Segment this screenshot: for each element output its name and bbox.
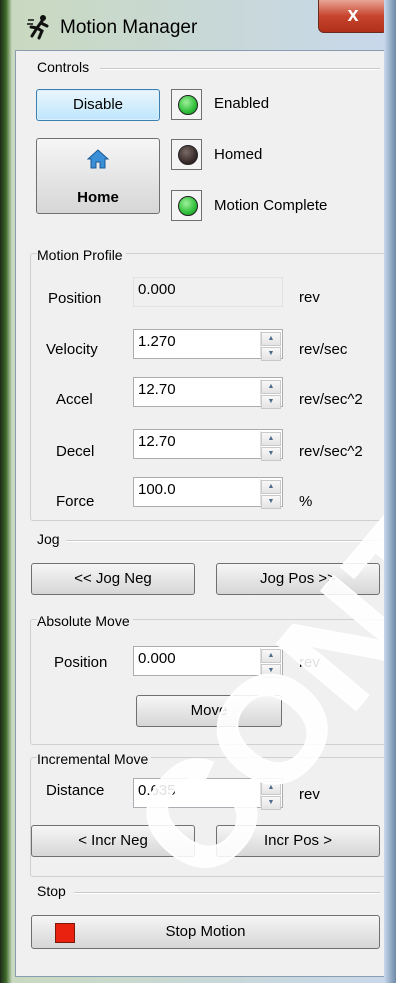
accel-input[interactable]: 12.70 ▲ ▼ [133, 377, 283, 409]
spin-up-icon[interactable]: ▲ [261, 781, 281, 795]
position-value: 0.000 [138, 281, 176, 298]
decel-input[interactable]: 12.70 ▲ ▼ [133, 429, 283, 461]
house-icon [87, 149, 109, 169]
stop-group-title: Stop [37, 883, 66, 899]
home-button[interactable]: Home [36, 138, 160, 214]
absolute-move-group-title: Absolute Move [37, 613, 133, 629]
force-input[interactable]: 100.0 ▲ ▼ [133, 477, 283, 509]
position-readout: 0.000 [133, 277, 283, 307]
accel-unit: rev/sec^2 [299, 391, 363, 408]
homed-led [178, 145, 198, 165]
velocity-label: Velocity [46, 341, 98, 358]
move-button[interactable]: Move [136, 695, 282, 727]
incr-neg-button[interactable]: < Incr Neg [31, 825, 195, 857]
incremental-move-box [30, 757, 388, 877]
velocity-input[interactable]: 1.270 ▲ ▼ [133, 329, 283, 361]
controls-group-title: Controls [37, 59, 90, 75]
enabled-led [178, 95, 198, 115]
stop-motion-button[interactable]: Stop Motion [31, 915, 380, 949]
spin-down-icon[interactable]: ▼ [261, 347, 281, 361]
jog-neg-label: << Jog Neg [74, 570, 152, 587]
absolute-position-label: Position [54, 654, 108, 671]
force-unit: % [299, 493, 313, 510]
velocity-unit: rev/sec [299, 341, 348, 358]
stop-divider [74, 892, 380, 894]
spin-up-icon[interactable]: ▲ [261, 432, 281, 446]
spin-down-icon[interactable]: ▼ [261, 796, 281, 810]
accel-label: Accel [56, 391, 93, 408]
velocity-spinner[interactable]: ▲ ▼ [260, 331, 281, 361]
close-button[interactable]: x [318, 0, 388, 33]
spin-down-icon[interactable]: ▼ [261, 395, 281, 409]
absolute-position-input[interactable]: 0.000 ▲ ▼ [133, 646, 283, 678]
controls-divider [100, 68, 380, 70]
force-spinner[interactable]: ▲ ▼ [260, 479, 281, 509]
motion-complete-label: Motion Complete [214, 197, 328, 214]
home-label: Home [77, 189, 119, 206]
homed-indicator [171, 139, 202, 170]
decel-unit: rev/sec^2 [299, 443, 363, 460]
accel-value: 12.70 [138, 381, 176, 398]
stop-motion-label: Stop Motion [165, 923, 246, 940]
jog-pos-label: Jog Pos >> [260, 570, 336, 587]
force-value: 100.0 [138, 481, 176, 498]
move-label: Move [190, 702, 228, 719]
distance-unit: rev [299, 786, 320, 803]
motion-complete-led [178, 196, 198, 216]
position-unit: rev [299, 289, 320, 306]
force-label: Force [56, 493, 95, 510]
window-title: Motion Manager [60, 17, 198, 38]
disable-label: Disable [72, 96, 124, 113]
decel-label: Decel [56, 443, 95, 460]
title-bar[interactable]: Motion Manager x [0, 0, 396, 50]
enabled-indicator [171, 89, 202, 120]
close-icon: x [347, 4, 359, 26]
window-frame: Motion Manager x Controls Disable Home E… [0, 0, 396, 983]
disable-button[interactable]: Disable [36, 89, 160, 121]
spin-up-icon[interactable]: ▲ [261, 480, 281, 494]
absolute-position-unit: rev [299, 654, 320, 671]
decel-spinner[interactable]: ▲ ▼ [260, 431, 281, 461]
homed-label: Homed [214, 146, 263, 163]
jog-pos-button[interactable]: Jog Pos >> [216, 563, 380, 595]
decel-value: 12.70 [138, 433, 176, 450]
incr-pos-label: Incr Pos > [264, 832, 332, 849]
spin-down-icon[interactable]: ▼ [261, 664, 281, 678]
incr-neg-label: < Incr Neg [78, 832, 148, 849]
spin-up-icon[interactable]: ▲ [261, 380, 281, 394]
motion-complete-indicator [171, 190, 202, 221]
spin-up-icon[interactable]: ▲ [261, 332, 281, 346]
absolute-position-value: 0.000 [138, 650, 176, 667]
jog-neg-button[interactable]: << Jog Neg [31, 563, 195, 595]
incr-pos-button[interactable]: Incr Pos > [216, 825, 380, 857]
jog-group-title: Jog [37, 531, 60, 547]
position-label: Position [48, 290, 102, 307]
incremental-move-group-title: Incremental Move [37, 751, 152, 767]
spin-down-icon[interactable]: ▼ [261, 495, 281, 509]
running-figure-icon [27, 15, 49, 40]
distance-value: 0.635 [138, 782, 176, 799]
spin-down-icon[interactable]: ▼ [261, 447, 281, 461]
distance-spinner[interactable]: ▲ ▼ [260, 780, 281, 810]
absolute-position-spinner[interactable]: ▲ ▼ [260, 648, 281, 678]
client-area: Controls Disable Home Enabled Homed Moti… [15, 50, 388, 977]
stop-square-icon [55, 923, 75, 943]
distance-label: Distance [46, 782, 105, 799]
distance-input[interactable]: 0.635 ▲ ▼ [133, 778, 283, 810]
motion-profile-group-title: Motion Profile [37, 247, 126, 263]
accel-spinner[interactable]: ▲ ▼ [260, 379, 281, 409]
velocity-value: 1.270 [138, 333, 176, 350]
jog-divider [66, 540, 380, 542]
enabled-label: Enabled [214, 95, 270, 112]
spin-up-icon[interactable]: ▲ [261, 649, 281, 663]
